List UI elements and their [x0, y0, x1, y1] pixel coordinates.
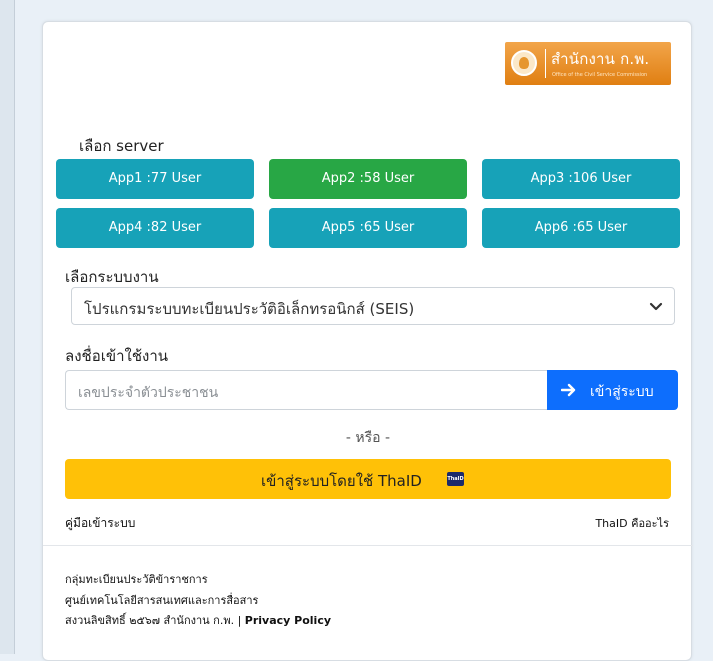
- thaid-icon: ThaID: [447, 472, 464, 486]
- privacy-policy-link[interactable]: Privacy Policy: [245, 614, 331, 627]
- citizen-id-placeholder: เลขประจำตัวประชาชน: [78, 385, 219, 401]
- thaid-login-label: เข้าสู่ระบบโดยใช้ ThaID: [261, 472, 422, 490]
- chevron-down-icon: [649, 302, 663, 311]
- server-button-app1[interactable]: App1 :77 User: [56, 159, 254, 199]
- server-button-app2[interactable]: App2 :58 User: [269, 159, 467, 199]
- citizen-id-input[interactable]: เลขประจำตัวประชาชน: [65, 370, 547, 410]
- server-button-app4[interactable]: App4 :82 User: [56, 208, 254, 248]
- ocsc-logo: สำนักงาน ก.พ. Office of the Civil Servic…: [505, 42, 671, 85]
- server-button-app3[interactable]: App3 :106 User: [482, 159, 680, 199]
- system-section-label: เลือกระบบงาน: [65, 268, 159, 286]
- login-button-label: เข้าสู่ระบบ: [590, 384, 654, 400]
- or-divider-text: - หรือ -: [345, 430, 391, 446]
- copyright-text: สงวนลิขสิทธิ์ ๒๕๖๗ สำนักงาน ก.พ. |: [65, 614, 242, 627]
- footer-copyright-line: สงวนลิขสิทธิ์ ๒๕๖๗ สำนักงาน ก.พ. | Priva…: [65, 611, 331, 629]
- server-button-app5[interactable]: App5 :65 User: [269, 208, 467, 248]
- thaid-info-link[interactable]: ThaID คืออะไร: [595, 514, 669, 532]
- footer-line-2: ศูนย์เทคโนโลยีสารสนเทศและการสื่อสาร: [65, 594, 259, 607]
- logo-separator: [545, 49, 546, 78]
- login-section-label: ลงชื่อเข้าใช้งาน: [65, 347, 169, 365]
- footer-divider: [43, 545, 693, 546]
- login-button[interactable]: เข้าสู่ระบบ: [547, 370, 678, 410]
- logo-subtitle: Office of the Civil Service Commission: [552, 72, 648, 78]
- login-card: สำนักงาน ก.พ. Office of the Civil Servic…: [42, 21, 693, 661]
- server-section-label: เลือก server: [79, 137, 164, 155]
- arrow-right-icon: [561, 383, 576, 397]
- server-button-app6[interactable]: App6 :65 User: [482, 208, 680, 248]
- browser-left-edge: [0, 0, 15, 654]
- logo-title: สำนักงาน ก.พ.: [551, 50, 650, 68]
- manual-link[interactable]: คู่มือเข้าระบบ: [65, 514, 135, 533]
- system-select-value: โปรแกรมระบบทะเบียนประวัติอิเล็กทรอนิกส์ …: [84, 300, 415, 318]
- system-select[interactable]: โปรแกรมระบบทะเบียนประวัติอิเล็กทรอนิกส์ …: [71, 287, 675, 325]
- ocsc-seal-icon: [511, 50, 537, 76]
- footer-line-1: กลุ่มทะเบียนประวัติข้าราชการ: [65, 573, 208, 586]
- thaid-login-button[interactable]: เข้าสู่ระบบโดยใช้ ThaID ThaID: [65, 459, 671, 499]
